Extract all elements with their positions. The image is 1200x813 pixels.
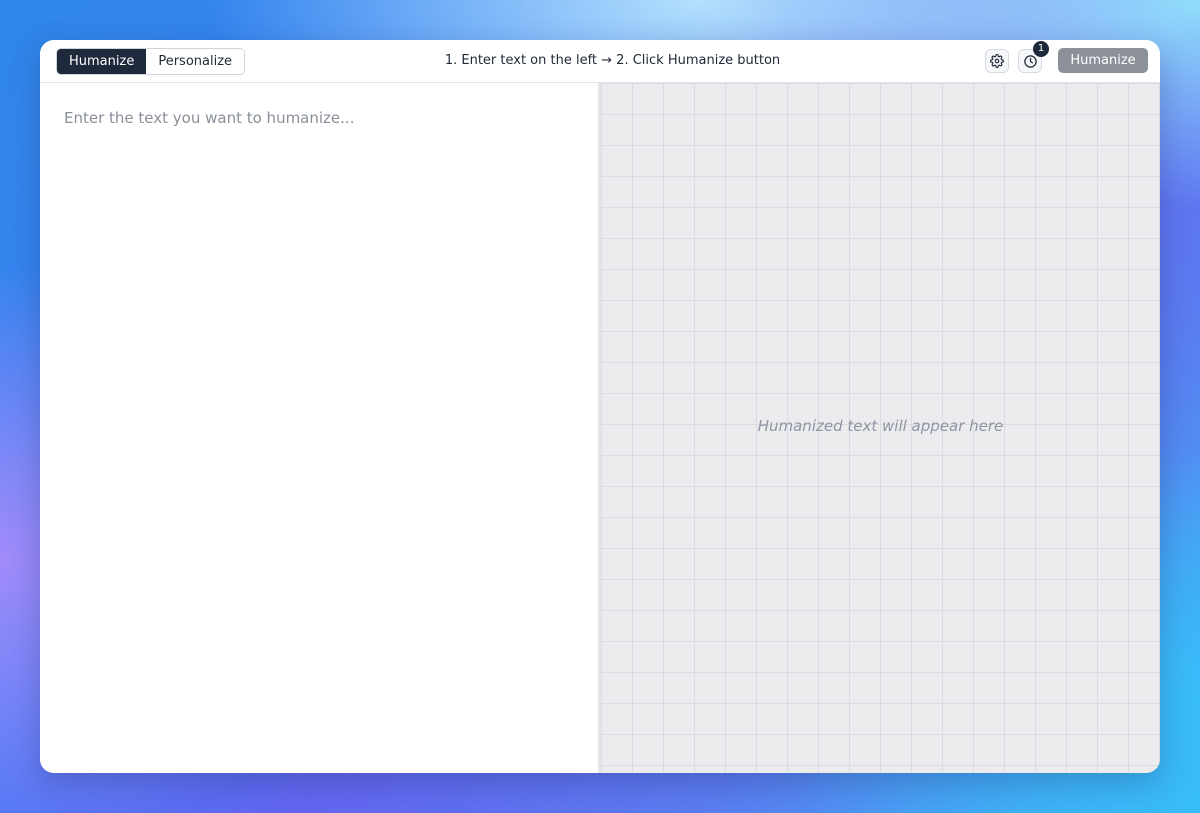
tab-personalize[interactable]: Personalize (146, 49, 245, 74)
input-pane (40, 83, 598, 773)
gear-icon (990, 54, 1004, 68)
input-text-area[interactable] (40, 83, 598, 773)
toolbar: Humanize Personalize 1. Enter text on th… (40, 40, 1160, 83)
settings-button[interactable] (985, 49, 1009, 73)
output-pane: Humanized text will appear here (601, 83, 1160, 773)
history-count-badge: 1 (1033, 41, 1049, 57)
humanize-button[interactable]: Humanize (1058, 48, 1148, 73)
mode-toggle: Humanize Personalize (56, 48, 246, 75)
tab-humanize[interactable]: Humanize (57, 49, 147, 74)
humanizer-window: Humanize Personalize 1. Enter text on th… (40, 40, 1160, 773)
instructions-text: 1. Enter text on the left → 2. Click Hum… (444, 53, 781, 68)
clock-icon (1023, 54, 1037, 68)
output-placeholder: Humanized text will appear here (757, 417, 1004, 435)
